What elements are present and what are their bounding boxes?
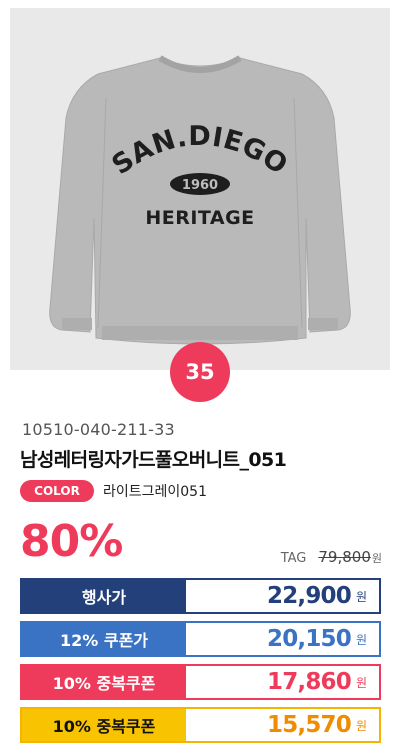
product-image[interactable]: SAN.DIEGO 1960 HERITAGE <box>10 8 390 370</box>
price-amount: 17,860 <box>266 669 352 695</box>
color-value: 라이트그레이051 <box>103 484 208 500</box>
price-unit: 원 <box>355 632 367 647</box>
product-code: 10510-040-211-33 <box>22 420 175 439</box>
print-line-2: 1960 <box>182 178 218 193</box>
price-amount: 15,570 <box>266 712 352 738</box>
price-amount: 22,900 <box>266 583 352 609</box>
price-row-coupon: 12% 쿠폰가 20,150 원 <box>20 621 381 657</box>
color-label-pill: COLOR <box>20 480 94 502</box>
price-row-duplicate-coupon-1: 10% 중복쿠폰 17,860 원 <box>20 664 381 700</box>
price-row-label: 행사가 <box>22 580 186 612</box>
tag-price-value: 79,800 <box>318 548 371 566</box>
price-row-value: 17,860 원 <box>188 666 379 698</box>
price-amount: 20,150 <box>266 626 352 652</box>
print-line-3: HERITAGE <box>145 207 254 229</box>
price-rows: 행사가 22,900 원 12% 쿠폰가 20,150 원 10% 중복쿠폰 1… <box>20 578 381 750</box>
sweater-illustration: SAN.DIEGO 1960 HERITAGE <box>49 55 351 345</box>
price-row-value: 15,570 원 <box>188 709 379 741</box>
price-unit: 원 <box>355 718 367 733</box>
tag-price: TAG 79,800 원 <box>281 548 382 566</box>
price-row-label: 10% 중복쿠폰 <box>22 666 186 698</box>
color-row: COLOR 라이트그레이051 <box>20 480 207 502</box>
tag-label: TAG <box>280 551 307 566</box>
tag-price-unit: 원 <box>371 552 382 565</box>
price-unit: 원 <box>355 675 367 690</box>
product-name[interactable]: 남성레터링자가드풀오버니트_051 <box>20 445 287 472</box>
discount-rate: 80% <box>20 516 123 567</box>
price-row-value: 20,150 원 <box>188 623 379 655</box>
price-row-duplicate-coupon-2: 10% 중복쿠폰 15,570 원 <box>20 707 381 743</box>
price-row-label: 12% 쿠폰가 <box>22 623 186 655</box>
price-row-event: 행사가 22,900 원 <box>20 578 381 614</box>
price-row-label: 10% 중복쿠폰 <box>22 709 186 741</box>
price-unit: 원 <box>355 589 367 604</box>
rank-badge: 35 <box>170 342 230 402</box>
price-row-value: 22,900 원 <box>188 580 379 612</box>
